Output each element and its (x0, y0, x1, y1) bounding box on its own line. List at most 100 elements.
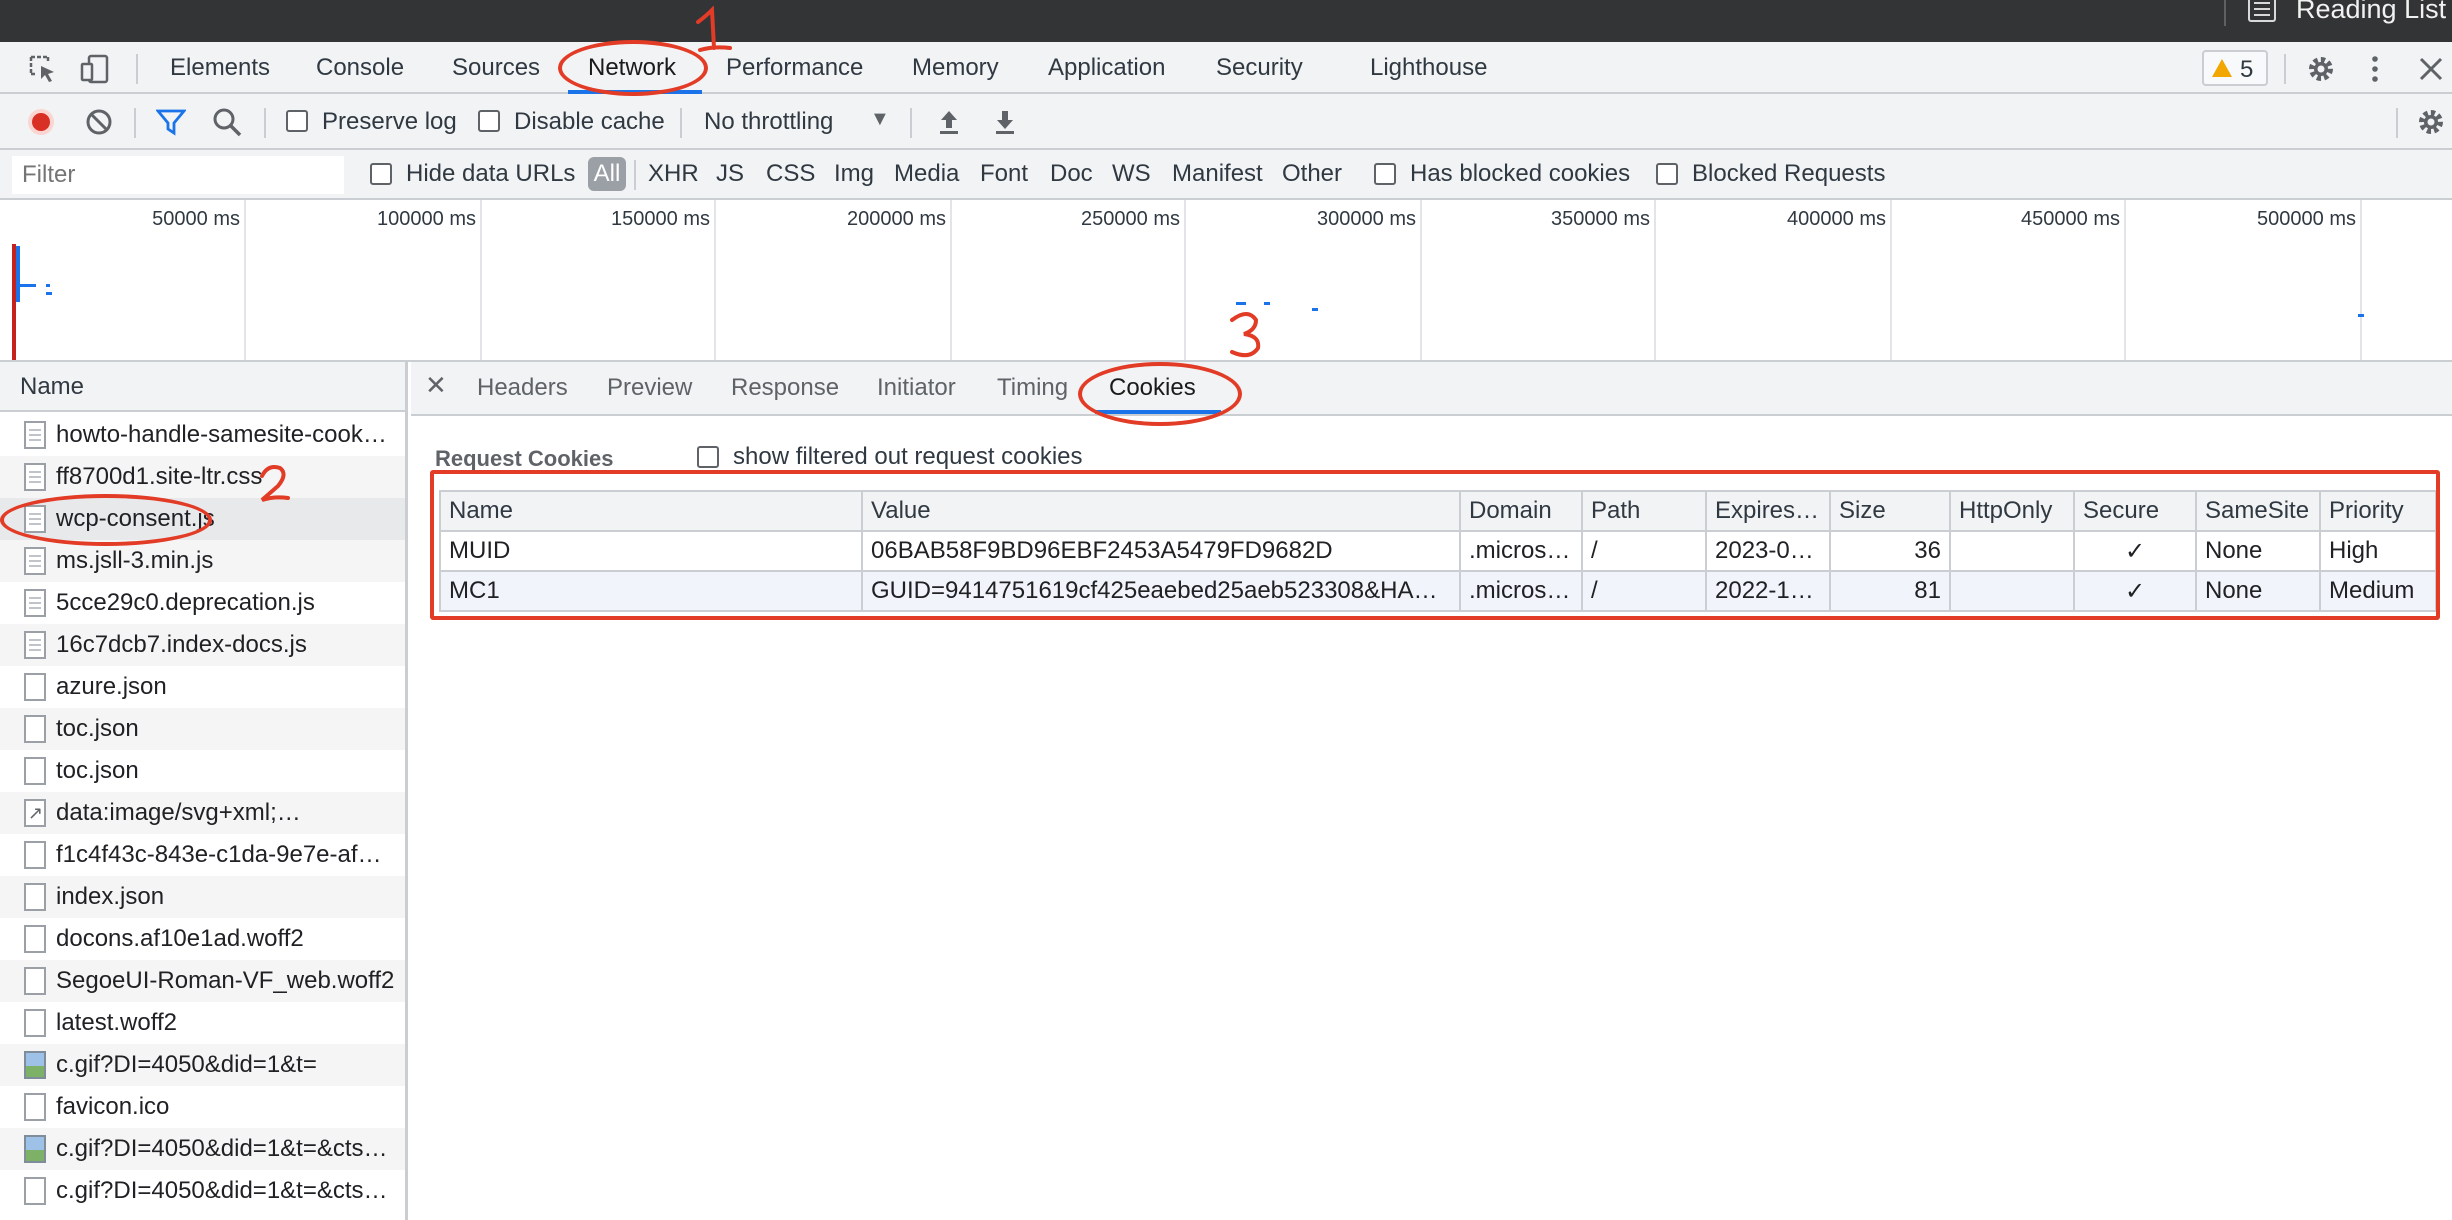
tab-initiator[interactable]: Initiator (877, 374, 956, 402)
export-har-icon[interactable] (990, 107, 1020, 137)
type-filter-xhr[interactable]: XHR (648, 160, 699, 188)
hide-data-urls-label[interactable]: Hide data URLs (406, 160, 575, 188)
request-list-panel: Name howto-handle-samesite-cook… ff8700d1… (0, 362, 408, 1220)
request-row[interactable]: data:image/svg+xml;… (0, 792, 405, 834)
disable-cache-label[interactable]: Disable cache (514, 108, 665, 136)
request-row[interactable]: toc.json (0, 708, 405, 750)
filter-input[interactable] (12, 156, 344, 194)
file-icon (24, 715, 46, 743)
preserve-log-label[interactable]: Preserve log (322, 108, 457, 136)
reading-list-button[interactable]: Reading List (2296, 0, 2446, 25)
request-row[interactable]: 5cce29c0.deprecation.js (0, 582, 405, 624)
file-icon (24, 1093, 46, 1121)
show-filtered-cookies-label[interactable]: show filtered out request cookies (733, 443, 1083, 471)
file-icon (24, 757, 46, 785)
script-file-icon (24, 631, 46, 659)
overview-tick-label: 300000 ms (1317, 208, 1416, 230)
preserve-log-checkbox[interactable] (286, 110, 308, 132)
type-filter-doc[interactable]: Doc (1050, 160, 1093, 188)
overview-request-bar (1312, 308, 1318, 311)
type-filter-other[interactable]: Other (1282, 160, 1342, 188)
request-row[interactable]: index.json (0, 876, 405, 918)
hide-data-urls-checkbox[interactable] (370, 163, 392, 185)
overview-request-bar (1264, 302, 1270, 305)
close-devtools-icon[interactable] (2416, 54, 2446, 84)
has-blocked-cookies-label[interactable]: Has blocked cookies (1410, 160, 1630, 188)
request-row[interactable]: ff8700d1.site-ltr.css (0, 456, 405, 498)
toolbar-divider (910, 108, 912, 138)
request-row[interactable]: c.gif?DI=4050&did=1&t=&cts… (0, 1128, 405, 1170)
network-settings-gear-icon[interactable] (2416, 107, 2446, 137)
tab-elements[interactable]: Elements (170, 54, 270, 82)
request-row[interactable]: toc.json (0, 750, 405, 792)
tab-headers[interactable]: Headers (477, 374, 568, 402)
annotation-circle-network-tab (558, 40, 708, 96)
throttling-dropdown-arrow-icon[interactable]: ▼ (870, 108, 890, 131)
request-row[interactable]: howto-handle-samesite-cook… (0, 414, 405, 456)
type-filter-font[interactable]: Font (980, 160, 1028, 188)
tab-timing[interactable]: Timing (997, 374, 1068, 402)
type-filter-js[interactable]: JS (716, 160, 744, 188)
request-row[interactable]: SegoeUI-Roman-VF_web.woff2 (0, 960, 405, 1002)
tab-performance[interactable]: Performance (726, 54, 863, 82)
blocked-requests-label[interactable]: Blocked Requests (1692, 160, 1885, 188)
device-toolbar-icon[interactable] (80, 54, 110, 84)
browser-top-bar: Reading List (0, 0, 2452, 42)
request-name: 16c7dcb7.index-docs.js (56, 631, 307, 658)
annotation-circle-cookies-tab (1078, 362, 1242, 426)
request-row[interactable]: docons.af10e1ad.woff2 (0, 918, 405, 960)
overview-request-bar (20, 284, 36, 287)
tab-console[interactable]: Console (316, 54, 404, 82)
more-options-icon[interactable] (2360, 54, 2390, 84)
show-filtered-cookies-checkbox[interactable] (697, 446, 719, 468)
type-filter-all[interactable]: All (588, 157, 626, 191)
request-row[interactable]: latest.woff2 (0, 1002, 405, 1044)
request-row[interactable]: azure.json (0, 666, 405, 708)
tab-sources[interactable]: Sources (452, 54, 540, 82)
network-overview-timeline[interactable]: 50000 ms 100000 ms 150000 ms 200000 ms 2… (0, 200, 2452, 362)
type-filter-manifest[interactable]: Manifest (1172, 160, 1263, 188)
tab-preview[interactable]: Preview (607, 374, 692, 402)
record-icon[interactable] (26, 107, 56, 137)
request-row[interactable]: f1c4f43c-843e-c1da-9e7e-af… (0, 834, 405, 876)
toolbar-divider (634, 160, 636, 190)
search-icon[interactable] (212, 107, 242, 137)
type-filter-img[interactable]: Img (834, 160, 874, 188)
warnings-badge[interactable]: 5 (2202, 50, 2268, 86)
request-row[interactable]: favicon.ico (0, 1086, 405, 1128)
annotation-box-cookies-table (430, 470, 2440, 620)
tab-lighthouse[interactable]: Lighthouse (1370, 54, 1487, 82)
disable-cache-checkbox[interactable] (478, 110, 500, 132)
request-row[interactable]: c.gif?DI=4050&did=1&t=&cts… (0, 1170, 405, 1212)
settings-gear-icon[interactable] (2306, 54, 2336, 84)
reading-list-icon[interactable] (2248, 0, 2276, 22)
tab-memory[interactable]: Memory (912, 54, 999, 82)
overview-tick-label: 50000 ms (152, 208, 240, 230)
file-icon (24, 1177, 46, 1205)
clear-icon[interactable] (84, 107, 114, 137)
request-row[interactable]: 16c7dcb7.index-docs.js (0, 624, 405, 666)
file-icon (24, 673, 46, 701)
name-column-header[interactable]: Name (0, 362, 405, 412)
overview-dcl-marker (16, 246, 20, 302)
type-filter-css[interactable]: CSS (766, 160, 815, 188)
devtools-tab-bar: Elements Console Sources Network Perform… (0, 42, 2452, 94)
overview-tick-label: 200000 ms (847, 208, 946, 230)
details-tab-bar: ✕ Headers Preview Response Initiator Tim… (411, 362, 2452, 416)
request-row[interactable]: c.gif?DI=4050&did=1&t= (0, 1044, 405, 1086)
throttling-select[interactable]: No throttling (704, 108, 833, 136)
tab-application[interactable]: Application (1048, 54, 1165, 82)
filter-icon[interactable] (156, 107, 186, 137)
type-filter-media[interactable]: Media (894, 160, 959, 188)
import-har-icon[interactable] (934, 107, 964, 137)
toolbar-divider (2396, 108, 2398, 138)
close-details-icon[interactable]: ✕ (425, 370, 447, 401)
request-row[interactable]: ms.jsll-3.min.js (0, 540, 405, 582)
tab-security[interactable]: Security (1216, 54, 1303, 82)
type-filter-ws[interactable]: WS (1112, 160, 1151, 188)
blocked-requests-checkbox[interactable] (1656, 163, 1678, 185)
request-name: SegoeUI-Roman-VF_web.woff2 (56, 967, 395, 994)
tab-response[interactable]: Response (731, 374, 839, 402)
has-blocked-cookies-checkbox[interactable] (1374, 163, 1396, 185)
inspect-element-icon[interactable] (28, 54, 58, 84)
